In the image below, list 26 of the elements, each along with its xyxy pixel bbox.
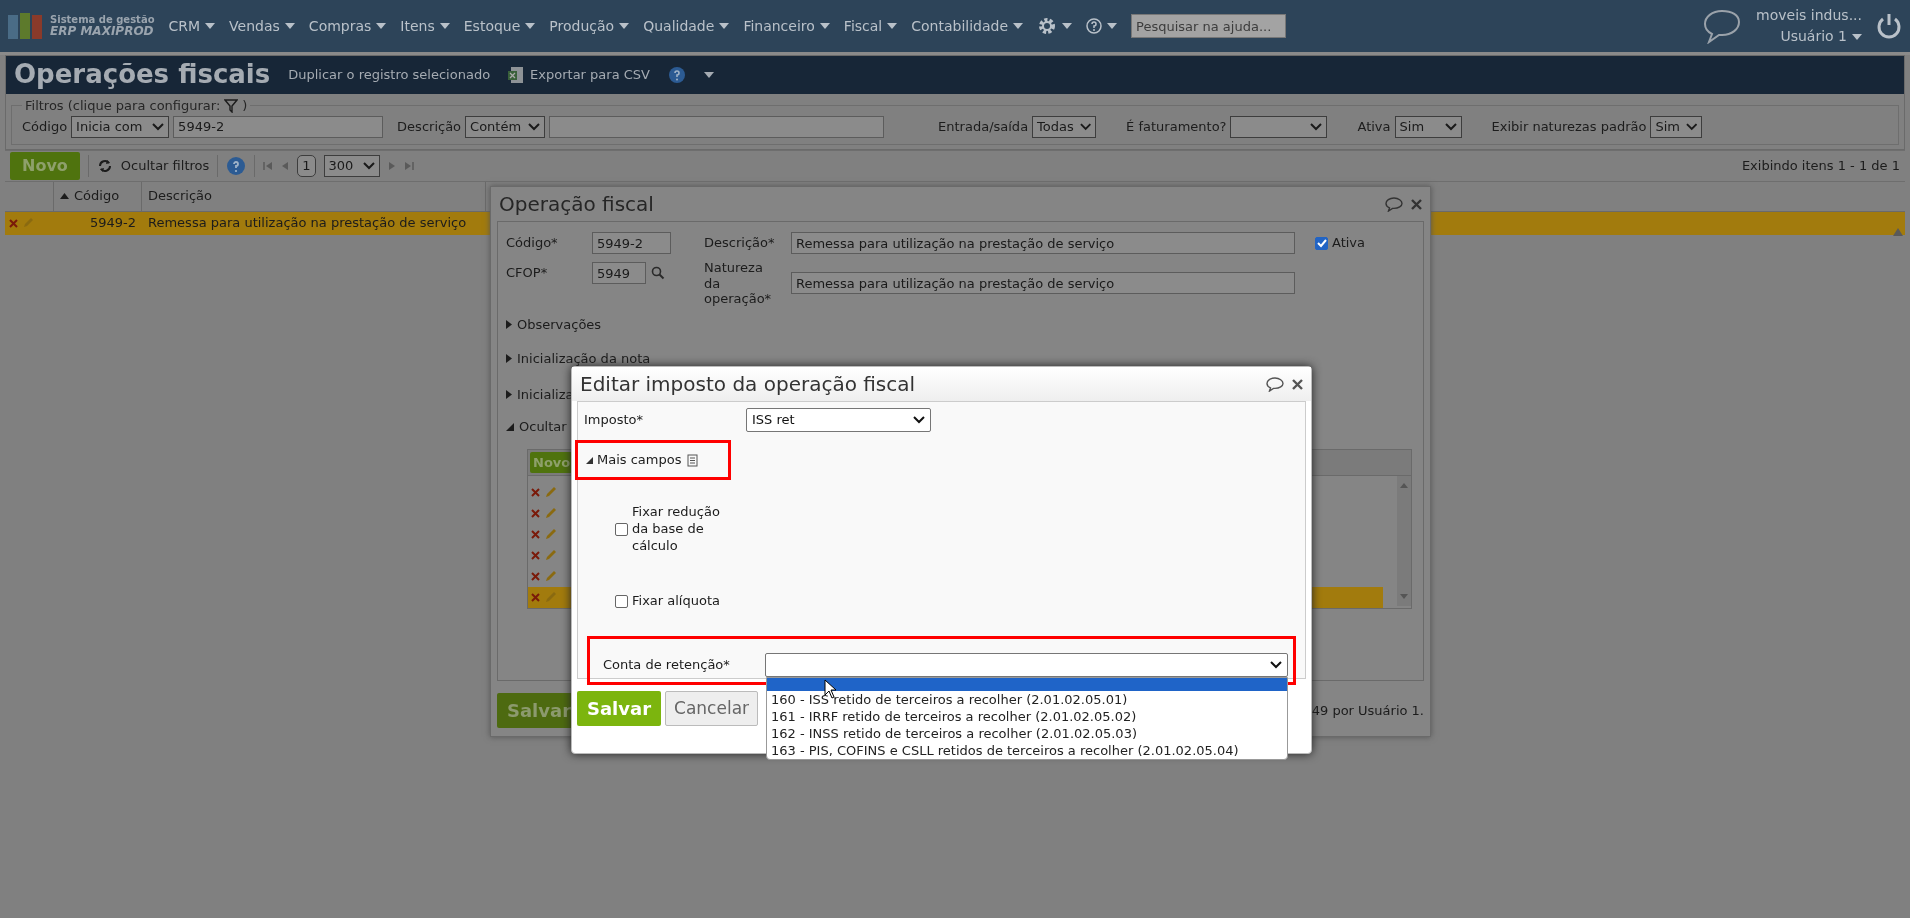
filter-legend-end: ): [242, 97, 248, 115]
company-name: moveis indus...: [1756, 6, 1862, 25]
field-label: Descrição*: [704, 234, 776, 253]
dialog-title: Operação fiscal: [499, 191, 654, 218]
field-label: Natureza da operação*: [704, 260, 773, 307]
logo-caption: Sistema de gestão: [50, 13, 155, 25]
field-label: CFOP*: [506, 264, 549, 283]
field-label: Entrada/saída: [938, 117, 1029, 136]
filter-legend: Filtros (clique para configurar:: [25, 96, 221, 116]
field-label: Exibir naturezas padrão: [1491, 117, 1647, 136]
checkbox-label: Fixar alíquota: [632, 592, 721, 610]
checkbox-label: Fixar redução da base de cálculo: [632, 504, 721, 555]
field-label: Descrição: [397, 117, 462, 136]
field-label: Ativa: [1357, 117, 1391, 136]
dialog-title: Editar imposto da operação fiscal: [580, 371, 916, 398]
checkbox-label: Ativa: [1332, 234, 1366, 253]
page-title: Operações fiscais: [14, 59, 271, 91]
field-label: Código*: [506, 234, 559, 253]
table-cell-text: 5949-2: [88, 214, 137, 233]
item-count: Exibindo itens 1 - 1 de 1: [1741, 156, 1900, 175]
field-label: Código: [22, 117, 68, 136]
table-cell-text: Remessa para utilização na prestação de serviço: [147, 214, 468, 233]
field-label: Imposto*: [584, 411, 645, 430]
footer-note: 49 por Usuário 1.: [1311, 701, 1424, 720]
field-label: É faturamento?: [1126, 117, 1227, 136]
field-label: Conta de retenção*: [603, 656, 731, 675]
